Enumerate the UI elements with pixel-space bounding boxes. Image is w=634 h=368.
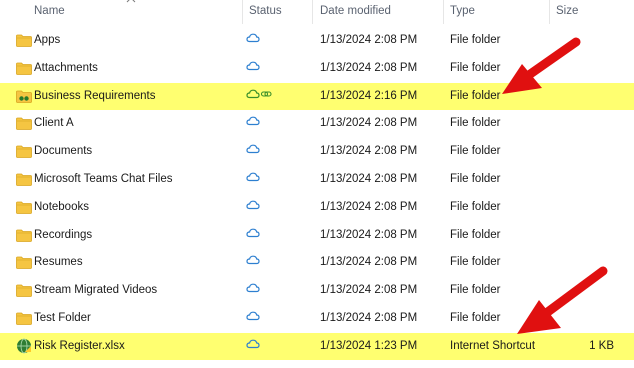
cloud-icon	[246, 339, 276, 353]
file-name: Attachments	[34, 62, 98, 74]
file-type: File folder	[450, 256, 501, 268]
cloud-icon	[246, 283, 276, 297]
folder-icon	[16, 34, 32, 47]
column-header-name[interactable]: Name	[34, 5, 65, 17]
cloud-icon	[246, 144, 276, 158]
file-name: Business Requirements	[34, 90, 156, 102]
cloud-link-icon	[246, 89, 276, 103]
date-modified: 1/13/2024 2:08 PM	[320, 284, 418, 296]
column-header-type[interactable]: Type	[450, 5, 475, 17]
date-modified: 1/13/2024 2:16 PM	[320, 90, 418, 102]
file-name: Client A	[34, 117, 74, 129]
column-header-status[interactable]: Status	[249, 5, 282, 17]
file-name: Notebooks	[34, 201, 89, 213]
red-arrow-annotation	[502, 37, 581, 94]
file-name: Recordings	[34, 229, 93, 241]
file-name: Stream Migrated Videos	[34, 284, 158, 296]
folder-icon	[16, 229, 32, 242]
date-modified: 1/13/2024 1:23 PM	[320, 340, 418, 352]
file-type: Internet Shortcut	[450, 340, 536, 352]
folder-icon	[16, 201, 32, 214]
file-row[interactable]: Notebooks 1/13/2024 2:08 PM File folder	[0, 194, 634, 221]
date-modified: 1/13/2024 2:08 PM	[320, 117, 418, 129]
file-type: File folder	[450, 90, 501, 102]
date-modified: 1/13/2024 2:08 PM	[320, 256, 418, 268]
column-divider[interactable]	[312, 0, 313, 24]
file-type: File folder	[450, 312, 501, 324]
date-modified: 1/13/2024 2:08 PM	[320, 62, 418, 74]
column-divider[interactable]	[549, 0, 550, 24]
date-modified: 1/13/2024 2:08 PM	[320, 173, 418, 185]
shared-folder-icon	[16, 90, 32, 103]
folder-icon	[16, 256, 32, 269]
cloud-icon	[246, 200, 276, 214]
date-modified: 1/13/2024 2:08 PM	[320, 312, 418, 324]
file-row[interactable]: Client A 1/13/2024 2:08 PM File folder	[0, 110, 634, 137]
file-name: Resumes	[34, 256, 83, 268]
column-header-bar: Name Status Date modified Type Size	[0, 0, 634, 24]
cloud-icon	[246, 255, 276, 269]
folder-icon	[16, 117, 32, 130]
column-divider[interactable]	[242, 0, 243, 24]
folder-icon	[16, 312, 32, 325]
file-type: File folder	[450, 284, 501, 296]
file-type: File folder	[450, 173, 501, 185]
column-divider[interactable]	[443, 0, 444, 24]
cloud-icon	[246, 172, 276, 186]
folder-icon	[16, 284, 32, 297]
file-row[interactable]: Microsoft Teams Chat Files 1/13/2024 2:08…	[0, 166, 634, 193]
cloud-icon	[246, 33, 276, 47]
file-name: Microsoft Teams Chat Files	[34, 173, 173, 185]
folder-icon	[16, 173, 32, 186]
cloud-icon	[246, 228, 276, 242]
column-header-date-modified[interactable]: Date modified	[320, 5, 391, 17]
file-type: File folder	[450, 229, 501, 241]
file-type: File folder	[450, 62, 501, 74]
date-modified: 1/13/2024 2:08 PM	[320, 145, 418, 157]
cloud-icon	[246, 311, 276, 325]
file-row[interactable]: Recordings 1/13/2024 2:08 PM File folder	[0, 222, 634, 249]
file-type: File folder	[450, 201, 501, 213]
file-size: 1 KB	[589, 340, 614, 352]
file-type: File folder	[450, 117, 501, 129]
folder-icon	[16, 62, 32, 75]
date-modified: 1/13/2024 2:08 PM	[320, 34, 418, 46]
cloud-icon	[246, 116, 276, 130]
cloud-icon	[246, 61, 276, 75]
folder-icon	[16, 145, 32, 158]
sort-ascending-icon	[126, 0, 136, 3]
column-header-size[interactable]: Size	[556, 5, 578, 17]
file-name: Risk Register.xlsx	[34, 340, 125, 352]
file-type: File folder	[450, 145, 501, 157]
file-name: Test Folder	[34, 312, 91, 324]
internet-shortcut-icon	[16, 338, 32, 354]
file-name: Apps	[34, 34, 61, 46]
red-arrow-annotation	[517, 266, 608, 334]
file-type: File folder	[450, 34, 501, 46]
date-modified: 1/13/2024 2:08 PM	[320, 229, 418, 241]
date-modified: 1/13/2024 2:08 PM	[320, 201, 418, 213]
file-name: Documents	[34, 145, 93, 157]
file-row[interactable]: Documents 1/13/2024 2:08 PM File folder	[0, 138, 634, 165]
